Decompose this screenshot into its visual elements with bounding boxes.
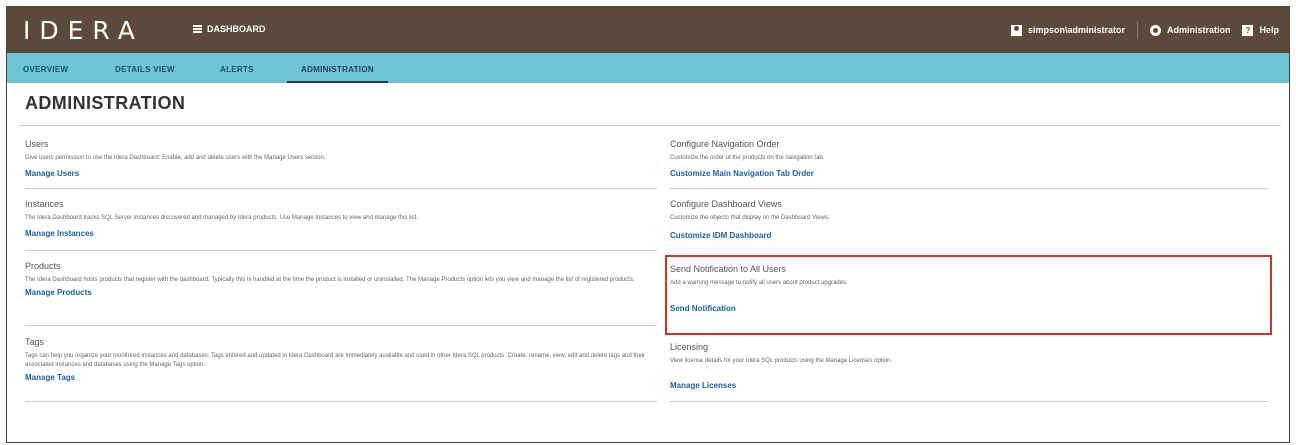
- nav-tabs: OVERVIEW DETAILS VIEW ALERTS ADMINISTRAT…: [7, 53, 1289, 83]
- section-description: Customize the objects that display on th…: [670, 215, 830, 221]
- help-menu[interactable]: ? Help: [1242, 24, 1279, 36]
- manage-licenses-link[interactable]: Manage Licenses: [670, 380, 1265, 391]
- user-menu[interactable]: simpson\administrator: [1010, 24, 1125, 36]
- page-title: ADMINISTRATION: [25, 93, 186, 113]
- instances-section: Instances The Idera Dashboard tracks SQL…: [25, 199, 655, 239]
- divider: [19, 125, 1281, 126]
- help-icon: ?: [1242, 24, 1254, 36]
- user-name: simpson\administrator: [1027, 25, 1125, 35]
- tab-details-view[interactable]: DETAILS VIEW: [115, 53, 175, 83]
- section-description: Give users permission to use the Idera D…: [25, 155, 326, 161]
- section-title: Users: [25, 139, 49, 149]
- divider: [25, 250, 657, 251]
- dashboard-views-section: Configure Dashboard Views Customize the …: [670, 199, 1265, 241]
- divider: [25, 401, 657, 402]
- customize-navigation-link[interactable]: Customize Main Navigation Tab Order: [670, 168, 1265, 179]
- app-frame: IDERA DASHBOARD simpson\administrator Ad…: [6, 6, 1290, 443]
- section-title: Licensing: [670, 342, 709, 352]
- help-label: Help: [1259, 25, 1279, 35]
- gear-icon: [1149, 24, 1161, 36]
- section-title: Configure Dashboard Views: [670, 199, 782, 209]
- dashboard-label: DASHBOARD: [207, 24, 266, 34]
- menu-icon: [193, 24, 202, 34]
- section-description: View license details for your Idera SQL …: [670, 358, 893, 364]
- top-right-menu: simpson\administrator Administration ? H…: [1010, 21, 1279, 39]
- manage-users-link[interactable]: Manage Users: [25, 168, 655, 179]
- tab-alerts[interactable]: ALERTS: [220, 53, 254, 83]
- manage-instances-link[interactable]: Manage Instances: [25, 228, 655, 239]
- divider: [670, 401, 1268, 402]
- divider: [670, 188, 1268, 189]
- top-bar: IDERA DASHBOARD simpson\administrator Ad…: [7, 7, 1289, 53]
- users-section: Users Give users permission to use the I…: [25, 139, 655, 179]
- section-title: Instances: [25, 199, 64, 209]
- section-title: Tags: [25, 337, 45, 347]
- divider: [1136, 21, 1138, 39]
- administration-label: Administration: [1166, 25, 1231, 35]
- idera-logo[interactable]: IDERA: [23, 16, 144, 45]
- section-description: The Idera Dashboard hosts products that …: [25, 277, 635, 283]
- section-title: Configure Navigation Order: [670, 139, 780, 149]
- section-title: Products: [25, 261, 61, 271]
- user-icon: [1010, 24, 1022, 36]
- licensing-section: Licensing View license details for your …: [670, 342, 1265, 391]
- highlight-box: [665, 255, 1272, 335]
- divider: [25, 325, 657, 326]
- customize-dashboard-link[interactable]: Customize IDM Dashboard: [670, 230, 1265, 241]
- tab-overview[interactable]: OVERVIEW: [23, 53, 68, 83]
- manage-tags-link[interactable]: Manage Tags: [25, 372, 655, 383]
- administration-menu[interactable]: Administration: [1149, 24, 1231, 36]
- products-section: Products The Idera Dashboard hosts produ…: [25, 261, 655, 298]
- manage-products-link[interactable]: Manage Products: [25, 287, 655, 298]
- section-description: Customize the order of the products on t…: [670, 155, 825, 161]
- navigation-order-section: Configure Navigation Order Customize the…: [670, 139, 1265, 179]
- tab-administration[interactable]: ADMINISTRATION: [287, 53, 388, 83]
- section-description: The Idera Dashboard tracks SQL Server in…: [25, 215, 418, 221]
- tags-section: Tags Tags can help you organize your mon…: [25, 337, 655, 383]
- dashboard-menu[interactable]: DASHBOARD: [193, 24, 266, 34]
- section-description: Tags can help you organize your monitore…: [25, 353, 646, 368]
- divider: [25, 188, 657, 189]
